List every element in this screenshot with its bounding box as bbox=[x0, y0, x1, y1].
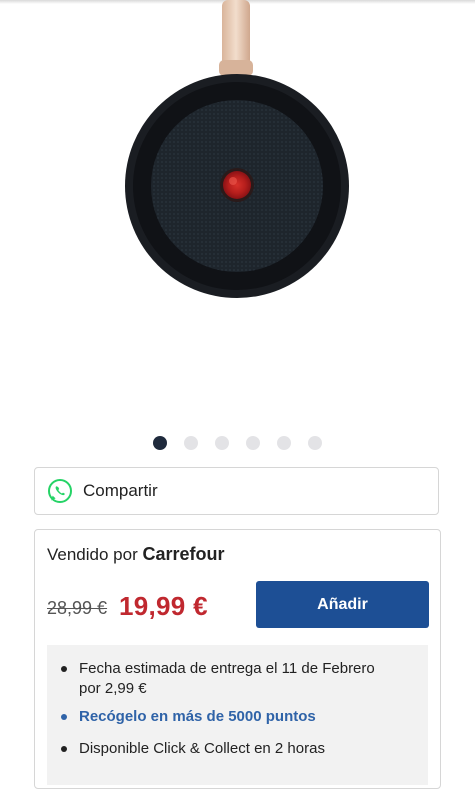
carousel-dot-6[interactable] bbox=[308, 436, 322, 450]
delivery-date-text: Fecha estimada de entrega el 11 de Febre… bbox=[79, 660, 375, 697]
carousel-dot-5[interactable] bbox=[277, 436, 291, 450]
carousel-dot-1[interactable] bbox=[153, 436, 167, 450]
seller-prefix: Vendido por bbox=[47, 545, 138, 564]
share-label: Compartir bbox=[83, 481, 158, 500]
share-button[interactable]: Compartir bbox=[34, 467, 439, 515]
add-to-cart-button[interactable]: Añadir bbox=[256, 581, 429, 628]
carousel-pagination bbox=[0, 436, 475, 450]
pickup-points-text[interactable]: Recógelo en más de 5000 puntos bbox=[79, 707, 316, 727]
carousel-dot-3[interactable] bbox=[215, 436, 229, 450]
whatsapp-icon bbox=[48, 479, 72, 503]
pickup-points-link[interactable]: Recógelo en más de 5000 puntos bbox=[47, 707, 428, 727]
click-collect-item: Disponible Click & Collect en 2 horas bbox=[47, 739, 428, 759]
click-collect-text: Disponible Click & Collect en 2 horas bbox=[79, 740, 325, 757]
delivery-date-item: Fecha estimada de entrega el 11 de Febre… bbox=[47, 659, 428, 699]
bullet-icon bbox=[61, 746, 67, 752]
product-image-frying-pan-icon[interactable] bbox=[0, 0, 475, 420]
seller-card: Vendido por Carrefour 28,99 € 19,99 € Añ… bbox=[34, 529, 441, 789]
seller-name[interactable]: Carrefour bbox=[142, 544, 224, 564]
bullet-icon bbox=[61, 714, 67, 720]
delivery-info-box: Fecha estimada de entrega el 11 de Febre… bbox=[47, 645, 428, 785]
bullet-icon bbox=[61, 666, 67, 672]
current-price: 19,99 € bbox=[119, 591, 208, 621]
seller-line: Vendido por Carrefour bbox=[47, 544, 225, 565]
carousel-dot-4[interactable] bbox=[246, 436, 260, 450]
old-price: 28,99 € bbox=[47, 598, 108, 618]
carousel-dot-2[interactable] bbox=[184, 436, 198, 450]
